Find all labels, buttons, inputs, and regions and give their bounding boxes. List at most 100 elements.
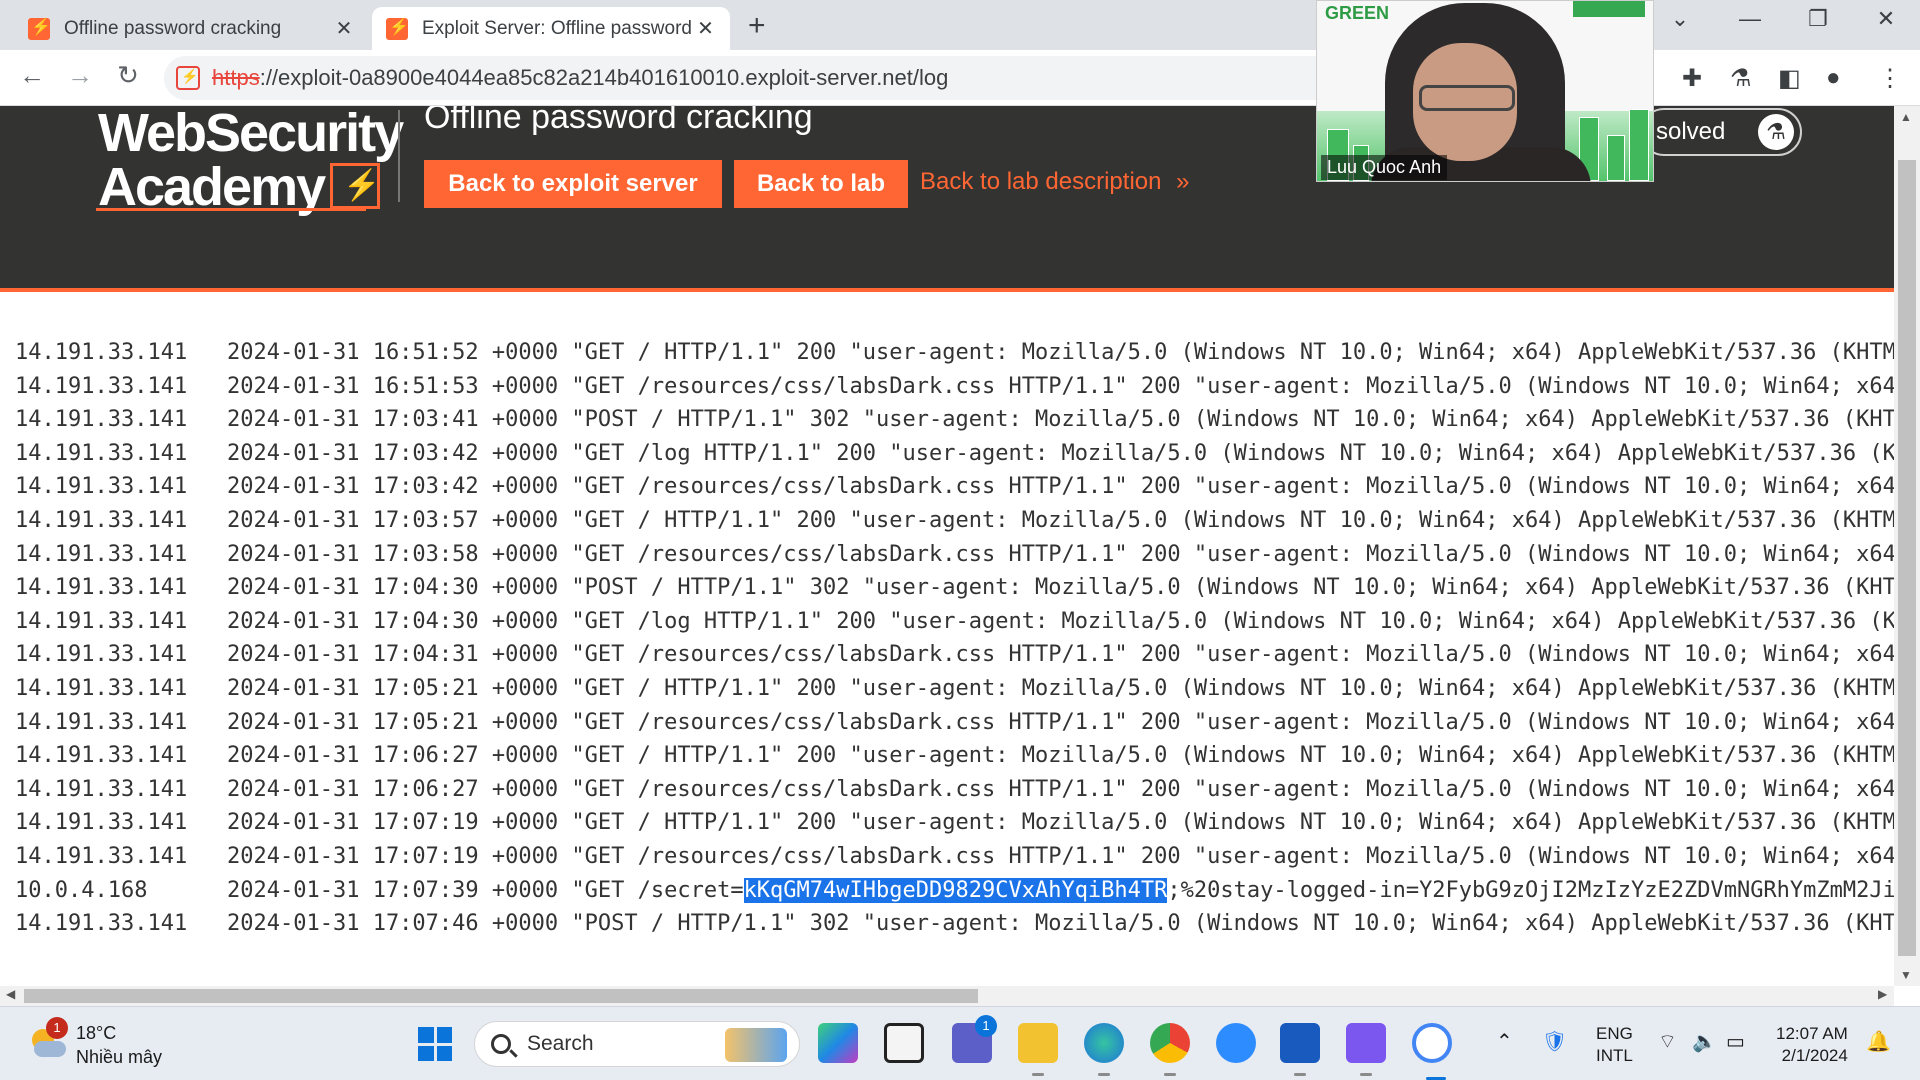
weather-description[interactable]: Nhiều mây (76, 1047, 162, 1068)
word-icon[interactable] (1280, 1023, 1320, 1076)
zoom-icon[interactable] (1216, 1023, 1256, 1063)
search-icon (491, 1034, 511, 1054)
minimize-button[interactable]: — (1730, 6, 1770, 32)
log-entry: 10.0.4.168 2024-01-31 17:07:39 +0000 "GET… (15, 874, 1894, 908)
log-entry: 14.191.33.141 2024-01-31 17:04:31 +0000 "… (15, 638, 1894, 672)
close-tab-icon[interactable]: ✕ (333, 16, 355, 41)
portswigger-favicon-icon (386, 17, 409, 40)
log-text: 2024-01-31 17:03:41 +0000 "POST / HTTP/1… (227, 407, 1894, 433)
chrome-browser-icon[interactable] (1150, 1023, 1190, 1076)
weather-temperature[interactable]: 18°C (76, 1023, 116, 1044)
tab-search-chevron-icon[interactable]: ⌄ (1660, 6, 1700, 32)
address-bar[interactable]: https://exploit-0a8900e4044ea85c82a214b4… (164, 56, 1344, 100)
search-highlight-icon (725, 1028, 787, 1062)
log-entry: 14.191.33.141 2024-01-31 17:04:30 +0000 "… (15, 571, 1894, 605)
lab-description-label: Back to lab description (920, 168, 1162, 195)
back-to-lab-description-link[interactable]: Back to lab description » (920, 168, 1190, 196)
log-ip: 14.191.33.141 (15, 507, 188, 533)
vertical-scrollbar[interactable]: ▲ ▼ (1894, 106, 1920, 986)
folder-icon[interactable] (1018, 1023, 1058, 1076)
log-ip: 14.191.33.141 (15, 743, 188, 769)
new-tab-button[interactable]: + (748, 9, 766, 43)
web-security-academy-logo[interactable]: WebSecurity Academy (98, 106, 404, 217)
url-text: ://exploit-0a8900e4044ea85c82a214b401610… (259, 65, 949, 90)
log-ip: 14.191.33.141 (15, 541, 188, 567)
vertical-scroll-thumb[interactable] (1898, 160, 1916, 956)
log-text: 2024-01-31 17:03:57 +0000 "GET / HTTP/1.… (227, 507, 1894, 533)
log-text: 2024-01-31 17:04:30 +0000 "GET /log HTTP… (227, 608, 1894, 634)
tab-title: Offline password cracking (64, 17, 282, 39)
log-entry: 14.191.33.141 2024-01-31 17:05:21 +0000 "… (15, 706, 1894, 740)
log-ip: 14.191.33.141 (15, 474, 188, 500)
back-to-exploit-server-button[interactable]: Back to exploit server (424, 160, 722, 208)
profile-avatar-icon[interactable]: ● (1826, 64, 1841, 92)
log-ip: 14.191.33.141 (15, 810, 188, 836)
log-entry: 14.191.33.141 2024-01-31 17:04:30 +0000 "… (15, 605, 1894, 639)
volume-icon[interactable]: 🔈 (1692, 1029, 1717, 1054)
log-text: 2024-01-31 17:07:19 +0000 "GET /resource… (227, 843, 1894, 869)
log-entry: 14.191.33.141 2024-01-31 17:06:27 +0000 "… (15, 739, 1894, 773)
chat-badge: 1 (975, 1015, 997, 1037)
log-text: 2024-01-31 17:07:46 +0000 "POST / HTTP/1… (227, 911, 1894, 937)
extensions-puzzle-icon[interactable]: ✚ (1682, 64, 1702, 93)
chrome-active-icon[interactable] (1412, 1023, 1452, 1080)
close-window-button[interactable]: ✕ (1866, 6, 1906, 32)
search-label: Search (527, 1032, 594, 1055)
scroll-up-icon[interactable]: ▲ (1900, 110, 1912, 124)
side-panel-icon[interactable]: ◧ (1778, 64, 1801, 93)
language-indicator[interactable]: ENG INTL (1596, 1023, 1633, 1067)
logo-line-2: Academy (98, 157, 326, 217)
taskbar-search[interactable]: Search (474, 1021, 800, 1067)
log-entry: 14.191.33.141 2024-01-31 17:06:27 +0000 "… (15, 773, 1894, 807)
not-secure-icon[interactable] (176, 66, 200, 90)
chevron-up-icon[interactable]: ⌃ (1496, 1029, 1513, 1054)
edge-browser-icon[interactable] (1084, 1023, 1124, 1076)
battery-icon[interactable]: ▭ (1726, 1029, 1745, 1054)
log-ip: 14.191.33.141 (15, 575, 188, 601)
labs-flask-icon[interactable]: ⚗ (1730, 64, 1752, 93)
menu-kebab-icon[interactable]: ⋮ (1878, 64, 1902, 93)
file-explorer-window-icon[interactable] (884, 1023, 924, 1063)
logo-line-1: WebSecurity (98, 106, 404, 163)
scroll-left-icon[interactable]: ◀ (6, 987, 15, 1001)
burp-suite-icon[interactable] (1346, 1023, 1386, 1076)
log-text: 2024-01-31 17:03:58 +0000 "GET /resource… (227, 541, 1894, 567)
tab-exploit-server[interactable]: Exploit Server: Offline password c ✕ (372, 7, 730, 50)
start-windows-icon[interactable] (418, 1027, 452, 1061)
close-tab-icon[interactable]: ✕ (695, 16, 716, 41)
scroll-down-icon[interactable]: ▼ (1900, 968, 1912, 982)
back-to-lab-button[interactable]: Back to lab (734, 160, 908, 208)
selected-secret-text: kKqGM74wIHbgeDD9829CVxAhYqiBh4TR (743, 877, 1168, 903)
wifi-icon[interactable]: ⌔ (1658, 1029, 1677, 1054)
tab-offline-password-cracking[interactable]: Offline password cracking ✕ (14, 7, 369, 50)
horizontal-scroll-thumb[interactable] (24, 989, 978, 1003)
log-entry: 14.191.33.141 2024-01-31 16:51:53 +0000 "… (15, 370, 1894, 404)
access-log: 14.191.33.141 2024-01-31 16:51:52 +0000 "… (15, 336, 1894, 941)
log-ip: 10.0.4.168 (15, 877, 148, 903)
log-ip: 14.191.33.141 (15, 642, 188, 668)
sponsor-logo (1573, 1, 1645, 17)
log-ip: 14.191.33.141 (15, 776, 188, 802)
security-shield-icon[interactable]: 🛡 (1542, 1029, 1567, 1054)
log-text: 2024-01-31 17:05:21 +0000 "GET /resource… (227, 709, 1894, 735)
log-ip: 14.191.33.141 (15, 675, 188, 701)
building-shape (1629, 109, 1649, 181)
lab-title: Offline password cracking (424, 106, 813, 136)
log-entry: 14.191.33.141 2024-01-31 17:03:57 +0000 "… (15, 504, 1894, 538)
notification-bell-icon[interactable]: 🔔 (1866, 1029, 1891, 1054)
back-arrow-icon[interactable]: ← (14, 60, 50, 91)
log-entry: 14.191.33.141 2024-01-31 17:07:19 +0000 "… (15, 806, 1894, 840)
url-scheme: https (212, 65, 260, 90)
copilot-icon[interactable] (818, 1023, 858, 1063)
restore-button[interactable]: ❐ (1798, 6, 1838, 32)
horizontal-scrollbar[interactable]: ◀ ▶ (0, 986, 1894, 1006)
forward-arrow-icon[interactable]: → (62, 60, 98, 91)
video-call-overlay[interactable]: GREEN Luu Quoc Anh (1316, 0, 1654, 182)
scroll-right-icon[interactable]: ▶ (1878, 987, 1887, 1001)
logo-bolt-icon (330, 163, 381, 209)
log-entry: 14.191.33.141 2024-01-31 16:51:52 +0000 "… (15, 336, 1894, 370)
log-text: 2024-01-31 16:51:53 +0000 "GET /resource… (227, 373, 1894, 399)
clock[interactable]: 12:07 AM 2/1/2024 (1776, 1023, 1848, 1067)
clock-time: 12:07 AM (1776, 1024, 1848, 1043)
reload-icon[interactable]: ↻ (110, 60, 146, 91)
